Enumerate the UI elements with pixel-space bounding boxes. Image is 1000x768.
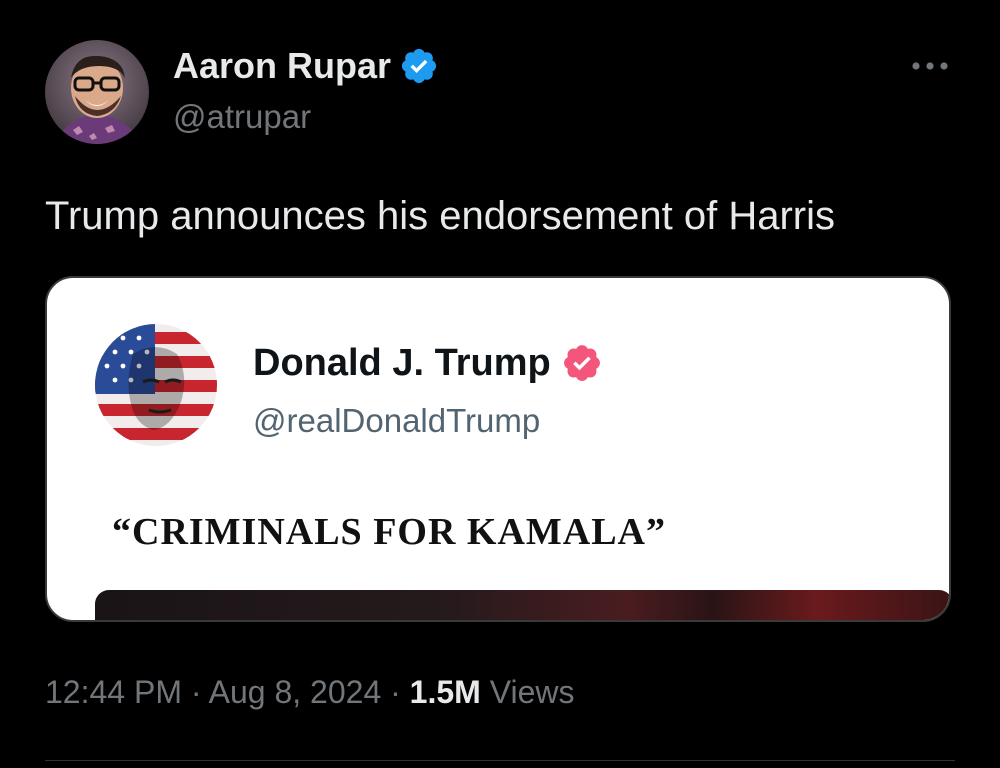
- views-count[interactable]: 1.5M: [410, 674, 481, 710]
- divider: [45, 760, 955, 761]
- tweet-date[interactable]: Aug 8, 2024: [209, 674, 382, 710]
- more-options-button[interactable]: [905, 48, 955, 84]
- author-avatar[interactable]: [45, 40, 149, 144]
- author-name-text[interactable]: Aaron Rupar: [173, 44, 391, 88]
- meta-separator: ·: [190, 674, 202, 710]
- verified-badge-icon: [399, 46, 439, 86]
- tweet-text: Trump announces his endorsement of Harri…: [45, 194, 835, 238]
- meta-separator: ·: [390, 674, 401, 710]
- verified-badge-icon: [561, 342, 603, 384]
- embed-author-name: Donald J. Trump: [253, 340, 603, 386]
- embed-author-name-text: Donald J. Trump: [253, 342, 551, 384]
- embedded-post-card[interactable]: Donald J. Trump @realDonaldTrump “CRIMIN…: [45, 276, 951, 622]
- author-name[interactable]: Aaron Rupar: [173, 44, 439, 88]
- tweet-time[interactable]: 12:44 PM: [45, 674, 182, 710]
- author-handle[interactable]: @atrupar: [173, 97, 311, 137]
- embed-author-avatar: [95, 324, 217, 446]
- tweet-meta: 12:44 PM · Aug 8, 2024 · 1.5M Views: [45, 670, 574, 714]
- more-horizontal-icon: [912, 62, 948, 70]
- views-label[interactable]: Views: [490, 674, 575, 710]
- embed-post-text: “CRIMINALS FOR KAMALA”: [112, 511, 666, 553]
- embed-author-handle: @realDonaldTrump: [253, 402, 541, 439]
- embed-media-image: [95, 590, 949, 620]
